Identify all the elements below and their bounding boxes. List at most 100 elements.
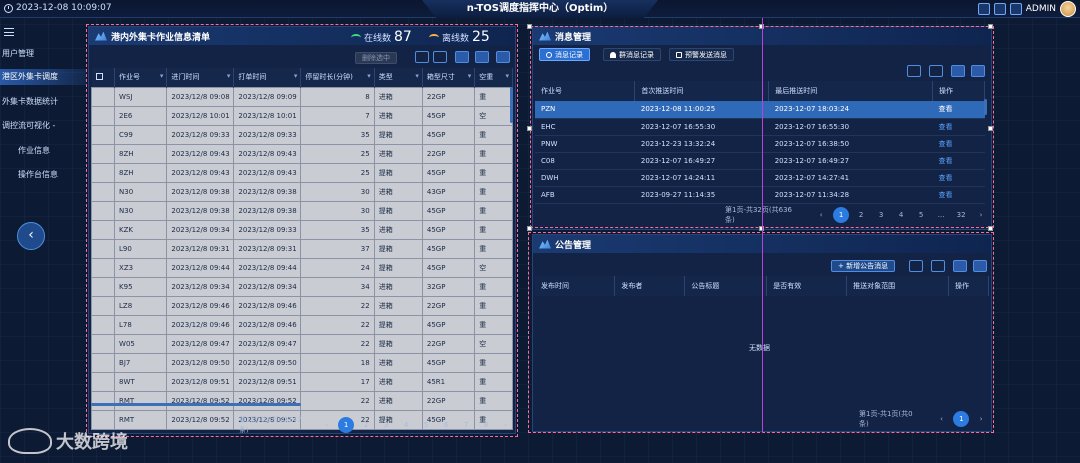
view-link[interactable]: 查看 (932, 169, 985, 187)
row-checkbox-cell[interactable] (90, 105, 116, 126)
row-checkbox-cell[interactable] (90, 295, 116, 316)
table-scrollbar[interactable] (510, 87, 513, 123)
table-row[interactable]: BJ7 2023/12/8 09:50 2023/12/8 09:50 18 进箱 45G… (90, 352, 513, 373)
row-checkbox-cell[interactable] (90, 219, 116, 240)
filter-icon[interactable] (909, 260, 923, 272)
table-row[interactable]: XZ3 2023/12/8 09:44 2023/12/8 09:44 24 提箱 45G… (90, 257, 513, 278)
refresh-icon[interactable] (953, 260, 967, 272)
col-print-time[interactable]: 打单时间 ▾ (233, 68, 302, 87)
fullscreen-icon[interactable] (977, 3, 990, 15)
resize-handle[interactable] (988, 226, 993, 231)
table-row[interactable]: K95 2023/12/8 09:34 2023/12/8 09:34 34 进箱 32G… (90, 276, 513, 297)
page-number[interactable]: 3 (871, 211, 891, 219)
sidebar-item-users[interactable]: 用户管理 (0, 46, 86, 62)
view-link[interactable]: 查看 (932, 152, 985, 170)
avatar[interactable] (1060, 1, 1076, 17)
tab-group-messages[interactable]: 群消息记录 (603, 48, 661, 61)
table-row[interactable]: LZ8 2023/12/8 09:46 2023/12/8 09:46 22 进箱 22G… (90, 295, 513, 316)
page-number[interactable]: 6 (436, 421, 456, 429)
table-row[interactable]: PZN 2023-12-08 11:00:25 2023-12-07 18:03:2… (535, 101, 985, 119)
col-entry-time[interactable]: 进门时间 ▾ (166, 68, 235, 87)
col-duration[interactable]: 停留时长(分钟) ▾ (300, 68, 375, 87)
row-checkbox-cell[interactable] (90, 86, 116, 107)
sidebar-item-job-info[interactable]: 作业信息 (0, 143, 86, 159)
view-link[interactable]: 查看 (932, 118, 985, 136)
resize-handle[interactable] (527, 226, 532, 231)
row-checkbox-cell[interactable] (90, 200, 116, 221)
view-link[interactable]: 查看 (932, 135, 985, 153)
username[interactable]: ADMIN (1026, 4, 1056, 14)
table-row[interactable]: EHC 2023-12-07 16:55:30 2023-12-07 16:55:3… (535, 118, 985, 136)
col-notice-title[interactable]: 公告标题 (684, 276, 768, 296)
next-page-icon[interactable]: › (971, 415, 991, 423)
page-number[interactable]: 8 (476, 421, 496, 429)
refresh-icon[interactable] (951, 65, 965, 77)
columns-icon[interactable] (929, 65, 943, 77)
page-number[interactable]: 5 (911, 211, 931, 219)
fullscreen-table-icon[interactable] (496, 51, 510, 63)
table-row[interactable]: WSJ 2023/12/8 09:08 2023/12/8 09:09 8 进箱 22GP… (90, 86, 513, 107)
page-number-current[interactable]: 1 (338, 417, 355, 433)
page-number[interactable]: 4 (396, 421, 416, 429)
view-link[interactable]: 查看 (932, 101, 985, 119)
col-job-no[interactable]: 作业号 (535, 81, 636, 101)
resize-handle[interactable] (527, 126, 532, 131)
table-hscrollbar[interactable] (91, 403, 301, 406)
row-checkbox-cell[interactable] (90, 314, 116, 335)
row-checkbox-cell[interactable] (90, 143, 116, 164)
resize-handle[interactable] (988, 24, 993, 29)
col-last-push[interactable]: 最后推送时间 (768, 81, 934, 101)
table-row[interactable]: KZK 2023/12/8 09:34 2023/12/8 09:33 35 进箱 45G… (90, 219, 513, 240)
collapse-button[interactable]: ‹ (17, 222, 45, 250)
select-all-cell[interactable] (91, 68, 116, 87)
page-number[interactable]: ... (931, 211, 951, 219)
table-row[interactable]: 8WT 2023/12/8 09:51 2023/12/8 09:51 17 进箱 45R… (90, 371, 513, 392)
tab-message-records[interactable]: 消息记录 (539, 48, 590, 61)
resize-handle[interactable] (527, 24, 532, 29)
fullscreen-table-icon[interactable] (971, 65, 985, 77)
table-row[interactable]: 8ZH 2023/12/8 09:43 2023/12/8 09:43 25 进箱 22G… (90, 143, 513, 164)
columns-icon[interactable] (433, 51, 447, 63)
filter-icon[interactable] (907, 65, 921, 77)
col-empty-full[interactable]: 空重 ▾ (474, 68, 513, 87)
col-size[interactable]: 箱型尺寸 ▾ (422, 68, 476, 87)
row-checkbox-cell[interactable] (90, 371, 116, 392)
prev-page-icon[interactable]: ‹ (317, 421, 336, 429)
columns-icon[interactable] (931, 260, 945, 272)
row-checkbox-cell[interactable] (90, 181, 116, 202)
col-type[interactable]: 类型 ▾ (374, 68, 423, 87)
fullscreen-table-icon[interactable] (973, 260, 987, 272)
delete-selected-button[interactable]: 删除选中 (355, 52, 397, 64)
col-valid[interactable]: 是否有效 (766, 276, 848, 296)
table-row[interactable]: C99 2023/12/8 09:33 2023/12/8 09:33 35 提箱 45G… (90, 124, 513, 145)
page-number-current[interactable]: 1 (953, 411, 970, 427)
table-row[interactable]: C08 2023-12-07 16:49:27 2023-12-07 16:49:2… (535, 152, 985, 170)
sidebar-item-flow-viz[interactable]: 调控流可视化 - (0, 118, 86, 134)
col-job-no[interactable]: 作业号 ▾ (114, 68, 168, 87)
row-checkbox-cell[interactable] (90, 238, 116, 259)
row-checkbox-cell[interactable] (90, 257, 116, 278)
row-checkbox-cell[interactable] (90, 333, 116, 354)
table-row[interactable]: N30 2023/12/8 09:38 2023/12/8 09:38 30 进箱 43G… (90, 181, 513, 202)
row-checkbox-cell[interactable] (90, 124, 116, 145)
resize-handle[interactable] (988, 126, 993, 131)
col-publisher[interactable]: 发布者 (614, 276, 686, 296)
tab-alert-messages[interactable]: 预警发送消息 (669, 48, 734, 61)
table-row[interactable]: N30 2023/12/8 09:38 2023/12/8 09:38 30 提箱 45G… (90, 200, 513, 221)
add-notice-button[interactable]: + 新增公告消息 (831, 260, 896, 272)
table-row[interactable]: PNW 2023-12-23 13:32:24 2023-12-07 16:38:5… (535, 135, 985, 153)
font-size-icon[interactable] (475, 51, 489, 63)
next-page-icon[interactable]: › (971, 211, 991, 219)
lock-icon[interactable] (993, 3, 1006, 15)
settings-icon[interactable] (1009, 3, 1022, 15)
page-number[interactable]: 32 (951, 211, 971, 219)
table-row[interactable]: 8ZH 2023/12/8 09:43 2023/12/8 09:43 25 提箱 45G… (90, 162, 513, 183)
page-number[interactable]: 7 (456, 421, 476, 429)
table-row[interactable]: DWH 2023-12-07 14:24:11 2023-12-07 14:27:4… (535, 169, 985, 187)
page-number-current[interactable]: 1 (833, 207, 850, 223)
row-checkbox-cell[interactable] (90, 352, 116, 373)
col-first-push[interactable]: 首次推送时间 (634, 81, 770, 101)
checkbox-icon[interactable] (95, 72, 103, 80)
view-link[interactable]: 查看 (932, 186, 985, 204)
page-number[interactable]: 4 (891, 211, 911, 219)
